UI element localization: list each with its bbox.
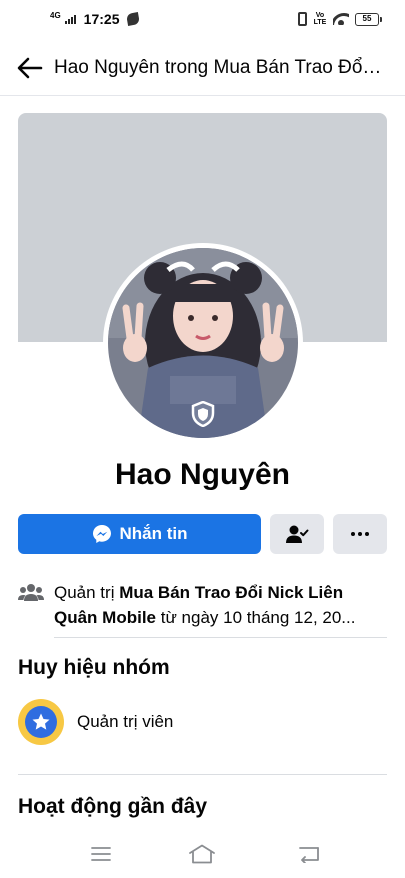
more-button[interactable] <box>333 514 387 554</box>
back-button[interactable] <box>8 46 52 90</box>
friend-button[interactable] <box>270 514 324 554</box>
badge-item-admin[interactable]: Quản trị viên <box>18 699 173 745</box>
profile-name: Hao Nguyên <box>114 458 291 491</box>
back-nav-button[interactable] <box>289 836 329 872</box>
recent-activity-title: Hoạt động gần đây <box>18 795 207 818</box>
vibrate-icon <box>298 12 307 26</box>
admin-info-text: Quản trị Mua Bán Trao Đổi Nick Liên Quân… <box>54 580 387 630</box>
network-type: 4G <box>50 11 61 20</box>
battery-level: 55 <box>362 13 372 23</box>
messenger-icon <box>92 525 111 543</box>
more-dots-icon <box>351 532 355 536</box>
header-title: Hao Nguyên trong Mua Bán Trao Đổi Nick L… <box>54 56 384 78</box>
wifi-icon <box>333 13 349 25</box>
menu-icon <box>91 847 111 861</box>
back-nav-icon <box>299 847 319 863</box>
signal-icon <box>64 14 76 24</box>
admin-info-suffix: từ ngày 10 tháng 12, 20... <box>156 608 356 627</box>
home-icon <box>189 844 215 864</box>
friend-check-icon <box>286 525 309 543</box>
system-nav-bar <box>0 836 405 872</box>
badge-label: Quản trị viên <box>77 712 174 731</box>
message-button[interactable]: Nhắn tin <box>18 514 261 554</box>
message-button-label: Nhắn tin <box>119 524 188 543</box>
clock: 17:25 <box>83 11 120 27</box>
volte-indicator: Vo LTE <box>313 12 327 26</box>
menu-nav-button[interactable] <box>81 836 121 872</box>
home-nav-button[interactable] <box>182 836 222 872</box>
status-left: 4G 17:25 <box>50 11 141 27</box>
admin-shield-icon <box>188 399 218 429</box>
app-header: Hao Nguyên trong Mua Bán Trao Đổi Nick L… <box>0 40 405 96</box>
admin-info-prefix: Quản trị <box>54 583 120 602</box>
badges-title: Huy hiệu nhóm <box>18 656 170 679</box>
arrow-left-icon <box>17 57 43 78</box>
group-people-icon <box>18 583 44 630</box>
divider <box>54 637 387 638</box>
admin-info-row: Quản trị Mua Bán Trao Đổi Nick Liên Quân… <box>18 580 387 630</box>
battery-icon: 55 <box>355 12 382 26</box>
action-buttons: Nhắn tin <box>18 514 387 554</box>
divider <box>18 774 387 775</box>
leaf-icon <box>126 12 141 26</box>
status-bar: 4G 17:25 Vo LTE 55 <box>0 0 405 40</box>
status-right: Vo LTE 55 <box>298 12 382 26</box>
star-badge-icon <box>18 699 64 745</box>
